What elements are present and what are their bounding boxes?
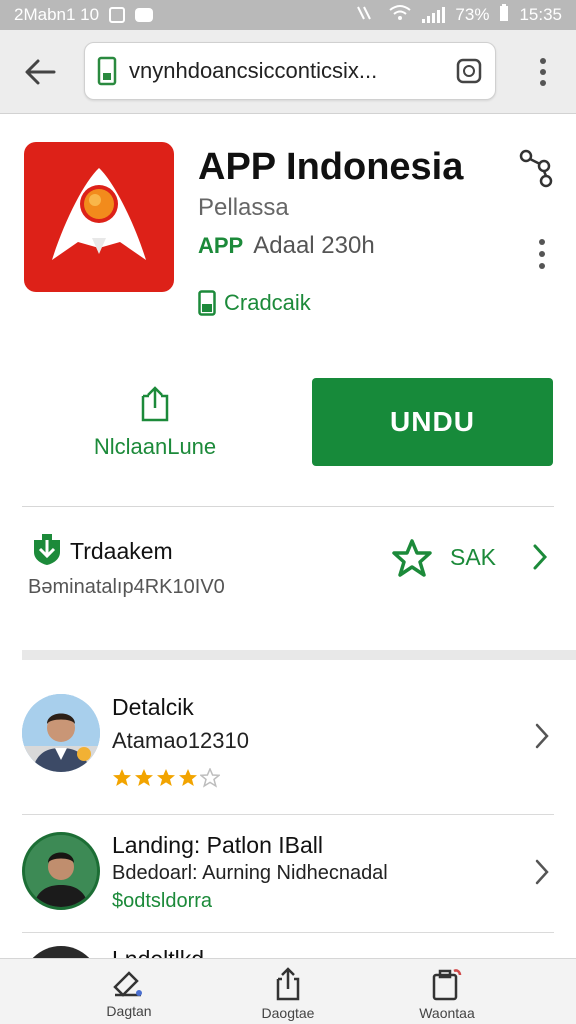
list-item-title: Landing: Patlon IBall — [112, 832, 323, 858]
divider — [22, 932, 554, 933]
status-left-text: 2Mabn1 10 — [14, 5, 100, 24]
status-right: 73% 15:35 — [356, 3, 562, 27]
status-time: 15:35 — [519, 5, 562, 24]
star-filled-icon — [179, 769, 197, 786]
nav-label: Waontaa — [419, 1005, 475, 1021]
app-screen: 2Mabn1 10 73% 15:35 vnynhdoancsiccontics… — [0, 0, 576, 1024]
list-item-title: Lndeltlkd — [112, 946, 204, 958]
message-icon — [135, 8, 154, 22]
star-outline-icon[interactable] — [392, 538, 432, 578]
site-icon — [97, 56, 117, 86]
device-icon — [198, 290, 216, 316]
screenshot-icon — [109, 7, 126, 23]
list-item[interactable]: Detalcik Atamao12310 — [0, 680, 576, 796]
list-item[interactable]: Landing: Patlon IBall Bdedoarl: Aurning … — [0, 822, 576, 938]
list-item[interactable]: Lndeltlkd — [0, 940, 576, 958]
list-item-title: Detalcik — [112, 694, 194, 720]
wifi-icon — [388, 4, 412, 27]
app-badge: APP — [198, 233, 244, 258]
avatar — [22, 832, 100, 910]
avatar — [22, 694, 100, 772]
back-button[interactable] — [18, 52, 62, 92]
section-separator — [22, 650, 576, 660]
list-item-tag: $odtsldorra — [112, 890, 213, 912]
star-filled-icon — [135, 769, 153, 786]
tab-switcher-icon[interactable] — [455, 57, 483, 85]
more-options-button[interactable] — [536, 236, 548, 272]
battery-text: 73% — [455, 5, 490, 24]
chevron-right-icon[interactable] — [530, 542, 550, 572]
status-bar: 2Mabn1 10 73% 15:35 — [0, 0, 576, 30]
bottom-navigation: Dagtan Daogtae Waontaa — [0, 958, 576, 1024]
app-logo — [24, 142, 174, 292]
divider — [22, 506, 554, 507]
app-title: APP Indonesia — [198, 146, 464, 188]
info-title: Trdaakem — [70, 538, 173, 564]
category-row[interactable]: Cradcaik — [198, 290, 311, 316]
person-avatar-icon — [25, 835, 97, 907]
status-left: 2Mabn1 10 — [14, 5, 154, 25]
nav-item-2[interactable]: Daogtae — [233, 967, 343, 1024]
back-arrow-icon — [25, 59, 56, 85]
info-row[interactable]: Trdaakem Bəminatalıp4RK10IV0 SAK — [22, 528, 554, 608]
nav-item-1[interactable]: Dagtan — [74, 967, 184, 1024]
star-filled-icon — [157, 769, 175, 786]
app-developer[interactable]: Pellassa — [198, 194, 289, 222]
nfc-icon — [356, 5, 378, 26]
share-nodes-icon — [519, 149, 553, 188]
wishlist-button[interactable]: NlclaanLune — [70, 384, 240, 470]
chevron-right-icon[interactable] — [534, 722, 550, 750]
browser-menu-button[interactable] — [528, 54, 558, 90]
rocket-logo-icon — [52, 168, 146, 260]
battery-icon — [499, 3, 509, 27]
share-button[interactable] — [516, 148, 556, 188]
list-item-subtitle: Bdedoarl: Aurning Nidhecnadal — [112, 862, 388, 884]
list-item-subtitle: Atamao12310 — [112, 728, 249, 753]
category-label: Cradcaik — [224, 290, 311, 315]
app-badge-row: APP Adaal 230h — [198, 232, 375, 260]
browser-toolbar: vnynhdoancsicconticsix... — [0, 30, 576, 114]
divider — [22, 814, 554, 815]
bookmark-add-icon — [141, 386, 169, 422]
info-link[interactable]: SAK — [450, 544, 496, 571]
signal-icon — [422, 7, 446, 23]
star-filled-icon — [113, 769, 131, 786]
url-text[interactable]: vnynhdoancsicconticsix... — [129, 58, 455, 84]
download-shield-icon — [34, 534, 60, 565]
info-subtitle: Bəminatalıp4RK10IV0 — [28, 576, 225, 598]
star-rating — [112, 768, 220, 788]
avatar — [22, 946, 100, 958]
url-bar[interactable]: vnynhdoancsicconticsix... — [84, 42, 496, 100]
nav-label: Dagtan — [106, 1003, 152, 1019]
person-avatar-icon — [22, 694, 100, 772]
clipboard-icon — [432, 969, 462, 1001]
wishlist-label: NlclaanLune — [93, 434, 217, 459]
chevron-right-icon[interactable] — [534, 858, 550, 886]
nav-item-3[interactable]: Waontaa — [392, 967, 502, 1024]
install-button[interactable]: UNDU — [312, 378, 553, 466]
nav-label: Daogtae — [261, 1005, 315, 1021]
app-badge-text: Adaal 230h — [253, 232, 375, 259]
edit-icon — [113, 971, 142, 997]
star-empty-icon — [200, 768, 220, 788]
share-icon — [276, 967, 300, 1001]
